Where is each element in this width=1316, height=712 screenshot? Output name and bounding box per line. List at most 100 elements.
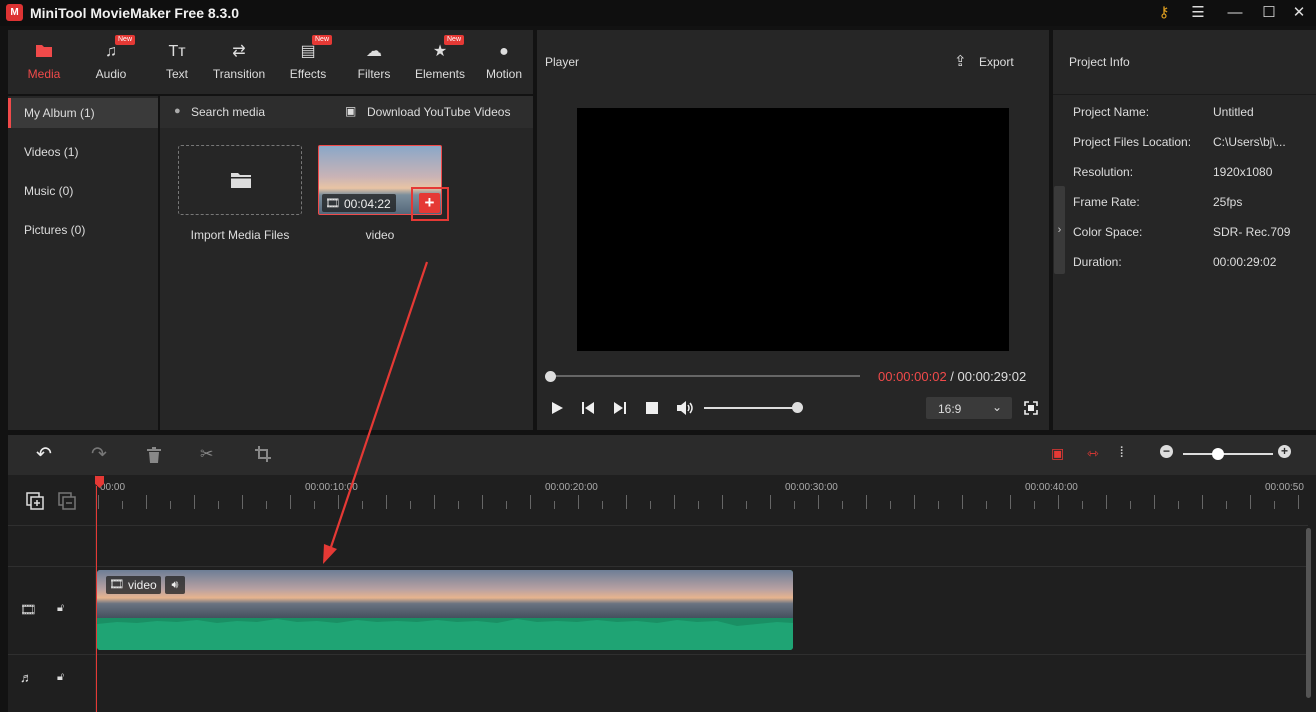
undo-icon[interactable]: ↶ (36, 443, 52, 466)
info-value: SDR- Rec.709 (1213, 225, 1291, 239)
tab-text[interactable]: Tт Text (143, 30, 211, 94)
crop-icon[interactable] (255, 446, 271, 462)
info-key: Frame Rate: (1073, 195, 1140, 209)
stop-icon[interactable] (646, 402, 658, 414)
snap-icon[interactable]: ▣ (1051, 445, 1064, 462)
collapse-panel-handle[interactable]: › (1054, 186, 1065, 274)
minimize-icon[interactable]: — (1218, 0, 1252, 26)
next-frame-icon[interactable] (613, 401, 627, 415)
ruler-tick (626, 495, 627, 509)
download-youtube-button[interactable]: Download YouTube Videos (367, 105, 510, 119)
volume-slider[interactable] (704, 407, 798, 409)
ruler-tick (794, 501, 795, 509)
ruler-tick (602, 501, 603, 509)
ruler-label: 00:00:50 (1265, 482, 1304, 493)
prev-frame-icon[interactable] (581, 401, 595, 415)
ruler-tick (98, 495, 99, 509)
player-screen (577, 108, 1009, 351)
play-icon[interactable] (550, 401, 564, 415)
fit-timeline-icon[interactable]: ⦙ (1120, 444, 1123, 461)
ruler-tick (314, 501, 315, 509)
lock-icon[interactable]: 🔓︎ (57, 602, 64, 615)
add-track-icon[interactable] (26, 492, 44, 510)
new-badge: New (312, 35, 333, 45)
delete-icon[interactable] (147, 447, 161, 463)
ruler-tick (482, 495, 483, 509)
player-progress-handle[interactable] (545, 371, 556, 382)
sidebar-item-my-album[interactable]: My Album (1) (8, 98, 158, 128)
ruler-tick (1202, 495, 1203, 509)
sidebar-item-pictures[interactable]: Pictures (0) (8, 215, 158, 245)
ruler-tick (1178, 501, 1179, 509)
player-progress-bar[interactable] (548, 375, 860, 377)
sidebar-item-videos[interactable]: Videos (1) (8, 137, 158, 167)
ruler-tick (1106, 495, 1107, 509)
audio-track-icon: ♬ (20, 670, 33, 685)
menu-icon[interactable]: ☰ (1181, 0, 1215, 26)
tab-transition[interactable]: ⇄ Transition (205, 30, 273, 94)
zoom-slider[interactable] (1183, 453, 1273, 455)
time-separator: / (946, 369, 958, 384)
volume-icon[interactable] (676, 400, 694, 416)
library-toolbar: Media ♫ New Audio Tт Text ⇄ Transition ▤… (8, 30, 533, 94)
sidebar-item-music[interactable]: Music (0) (8, 176, 158, 206)
ruler-tick (962, 495, 963, 509)
total-time: 00:00:29:02 (957, 369, 1027, 384)
search-icon: ● (174, 105, 181, 117)
ruler-tick (722, 495, 723, 509)
tab-audio[interactable]: ♫ New Audio (77, 30, 145, 94)
track-divider (8, 525, 1308, 526)
chevron-down-icon: ⌄ (992, 400, 1003, 414)
ruler-tick (1250, 495, 1251, 509)
clip-label-badge: 🎞︎ video (106, 576, 161, 594)
tab-filters[interactable]: ☁ Filters (340, 30, 408, 94)
zoom-handle[interactable] (1212, 448, 1224, 460)
export-button[interactable]: Export (979, 55, 1014, 69)
tab-effects[interactable]: ▤ New Effects (274, 30, 342, 94)
aspect-ratio-value: 16:9 (938, 402, 962, 416)
tab-motion[interactable]: ● Motion (473, 30, 535, 94)
title-bar: M MiniTool MovieMaker Free 8.3.0 ⚷ ☰ — ☐… (0, 0, 1316, 26)
split-scissors-icon[interactable]: ✂ (200, 444, 213, 464)
remove-track-icon[interactable] (58, 492, 76, 510)
ruler-label: 00:00:30:00 (785, 482, 838, 493)
motion-icon: ● (499, 43, 509, 60)
tab-elements[interactable]: ★ New Elements (406, 30, 474, 94)
annotation-arrow-icon (323, 261, 429, 564)
ruler-tick (818, 495, 819, 509)
zoom-in-icon[interactable]: + (1278, 445, 1291, 458)
timeline-scrollbar[interactable] (1306, 528, 1311, 698)
close-icon[interactable]: ✕ (1282, 0, 1316, 26)
export-icon: ⇪ (954, 53, 967, 70)
clip-audio-icon[interactable]: 🔊︎ (165, 576, 185, 594)
ruler-tick (890, 501, 891, 509)
media-search-bar: ● Search media ▣ Download YouTube Videos (160, 96, 533, 128)
track-divider (8, 566, 1308, 567)
fullscreen-icon[interactable] (1024, 401, 1038, 415)
playhead-line (96, 486, 97, 712)
film-icon: 🎞︎ (325, 196, 341, 210)
video-track-icon: 🎞︎ (20, 602, 37, 617)
ruler-tick (434, 495, 435, 509)
import-media-button[interactable] (178, 145, 302, 215)
redo-icon[interactable]: ↷ (91, 443, 107, 466)
timeline-video-clip[interactable]: 🎞︎ video 🔊︎ (97, 570, 793, 650)
ruler-tick (746, 501, 747, 509)
new-badge: New (115, 35, 136, 45)
search-input[interactable]: Search media (191, 105, 265, 119)
volume-handle[interactable] (792, 402, 803, 413)
key-icon[interactable]: ⚷ (1147, 0, 1181, 26)
tab-media[interactable]: Media (10, 30, 78, 94)
aspect-ratio-select[interactable]: 16:9 ⌄ (926, 397, 1012, 419)
maximize-icon[interactable]: ☐ (1252, 0, 1286, 26)
add-to-timeline-button[interactable]: + (419, 193, 440, 213)
ruler-tick (1298, 495, 1299, 509)
video-label: video (365, 228, 395, 242)
zoom-out-icon[interactable]: − (1160, 445, 1173, 458)
elements-icon: ★ (432, 43, 448, 60)
timeline-ruler[interactable] (96, 475, 1308, 525)
youtube-icon: ▣ (345, 104, 357, 118)
music-note-icon: ♫ (105, 43, 117, 60)
magnet-icon[interactable]: ⇿ (1087, 445, 1099, 462)
lock-icon[interactable]: 🔓︎ (57, 671, 64, 684)
